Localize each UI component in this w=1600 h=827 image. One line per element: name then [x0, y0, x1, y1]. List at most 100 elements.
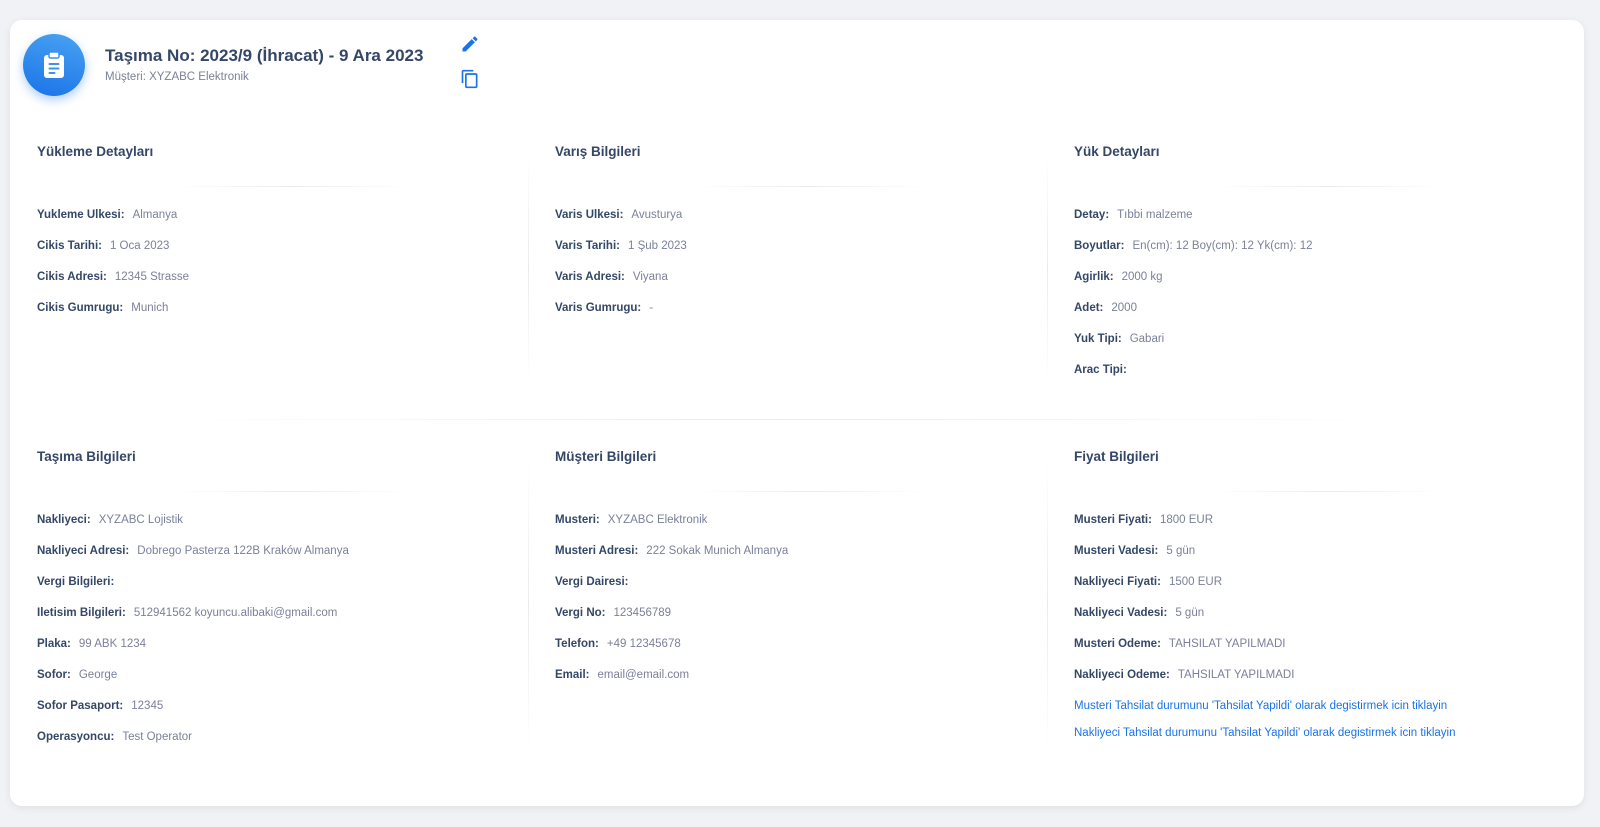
detail-value: Munich — [131, 302, 169, 314]
detail-value: Dobrego Pasterza 122B Kraków Almanya — [137, 545, 349, 557]
edit-icon[interactable] — [460, 34, 480, 54]
price-rows: Musteri Fiyati: 1800 EUR Musteri Vadesi: 5 … — [1074, 512, 1456, 698]
detail-row: Sofor Pasaport: 12345 — [37, 698, 349, 729]
detail-value: 222 Sokak Munich Almanya — [646, 545, 789, 557]
row-divider — [170, 419, 1390, 420]
detail-row: Nakliyeci Odeme: TAHSILAT YAPILMADI — [1074, 667, 1456, 698]
detail-value: email@email.com — [597, 669, 690, 681]
detail-label: Detay: — [1074, 209, 1110, 221]
detail-list: Yukleme Ulkesi: Almanya Cikis Tarihi: 1 Oca… — [37, 207, 189, 331]
detail-value: 2000 kg — [1121, 271, 1163, 283]
detail-label: Yukleme Ulkesi: — [37, 209, 125, 221]
detail-label: Operasyoncu: — [37, 731, 115, 743]
detail-value: 99 ABK 1234 — [78, 638, 147, 650]
detail-value: XYZABC Elektronik — [607, 514, 708, 526]
detail-value: TAHSILAT YAPILMADI — [1177, 669, 1295, 681]
detail-label: Yuk Tipi: — [1074, 333, 1122, 345]
detail-label: Vergi No: — [555, 607, 606, 619]
detail-label: Musteri: — [555, 514, 600, 526]
detail-row: Operasyoncu: Test Operator — [37, 729, 349, 760]
customer-payment-toggle-link[interactable]: Musteri Tahsilat durumunu 'Tahsilat Yapi… — [1074, 698, 1456, 725]
detail-value: 2000 — [1111, 302, 1137, 314]
detail-label: Nakliyeci: — [37, 514, 91, 526]
detail-value: En(cm): 12 Boy(cm): 12 Yk(cm): 12 — [1132, 240, 1313, 252]
detail-row: Varis Ulkesi: Avusturya — [555, 207, 687, 238]
copy-icon[interactable] — [460, 69, 480, 89]
detail-row: Cikis Gumrugu: Munich — [37, 300, 189, 331]
detail-row: Musteri Odeme: TAHSILAT YAPILMADI — [1074, 636, 1456, 667]
detail-value: 1 Şub 2023 — [627, 240, 687, 252]
detail-value: 5 gün — [1166, 545, 1196, 557]
detail-label: Varis Gumrugu: — [555, 302, 642, 314]
section-title: Taşıma Bilgileri — [37, 449, 136, 464]
detail-row: Telefon: +49 12345678 — [555, 636, 788, 667]
section-tasima-bilgileri: Taşıma Bilgileri Nakliyeci: XYZABC Lojist… — [37, 449, 507, 743]
detail-row: Nakliyeci: XYZABC Lojistik — [37, 512, 349, 543]
detail-label: Arac Tipi: — [1074, 364, 1127, 376]
detail-value: George — [78, 669, 118, 681]
detail-row: Yuk Tipi: Gabari — [1074, 331, 1312, 362]
section-divider — [695, 491, 925, 492]
detail-row: Nakliyeci Fiyati: 1500 EUR — [1074, 574, 1456, 605]
section-yuk-detaylari: Yük Detayları Detay: Tıbbi malzeme Boyutla… — [1074, 144, 1544, 376]
detail-row: Vergi No: 123456789 — [555, 605, 788, 636]
detail-row: Musteri Adresi: 222 Sokak Munich Almanya — [555, 543, 788, 574]
detail-list: Detay: Tıbbi malzeme Boyutlar: En(cm): 12 B… — [1074, 207, 1312, 393]
detail-row: Cikis Tarihi: 1 Oca 2023 — [37, 238, 189, 269]
detail-row: Detay: Tıbbi malzeme — [1074, 207, 1312, 238]
detail-label: Plaka: — [37, 638, 71, 650]
detail-row: Varis Adresi: Viyana — [555, 269, 687, 300]
detail-value: 1500 EUR — [1168, 576, 1222, 588]
section-musteri-bilgileri: Müşteri Bilgileri Musteri: XYZABC Elektro… — [555, 449, 1025, 681]
detail-label: Email: — [555, 669, 590, 681]
detail-row: Musteri Fiyati: 1800 EUR — [1074, 512, 1456, 543]
section-title: Fiyat Bilgileri — [1074, 449, 1159, 464]
column-divider — [1047, 455, 1048, 755]
detail-label: Vergi Dairesi: — [555, 576, 629, 588]
detail-value: Almanya — [132, 209, 178, 221]
detail-label: Varis Adresi: — [555, 271, 625, 283]
detail-row: Nakliyeci Vadesi: 5 gün — [1074, 605, 1456, 636]
detail-row: Cikis Adresi: 12345 Strasse — [37, 269, 189, 300]
detail-list: Nakliyeci: XYZABC Lojistik Nakliyeci Adres… — [37, 512, 349, 760]
detail-label: Vergi Bilgileri: — [37, 576, 115, 588]
section-divider — [695, 186, 925, 187]
detail-label: Varis Tarihi: — [555, 240, 620, 252]
detail-label: Varis Ulkesi: — [555, 209, 624, 221]
section-varis-bilgileri: Varış Bilgileri Varis Ulkesi: Avusturya Va… — [555, 144, 1025, 314]
detail-row: Plaka: 99 ABK 1234 — [37, 636, 349, 667]
detail-value: 12345 Strasse — [114, 271, 190, 283]
detail-label: Nakliyeci Adresi: — [37, 545, 130, 557]
detail-label: Telefon: — [555, 638, 599, 650]
detail-value: +49 12345678 — [606, 638, 681, 650]
detail-value: Tıbbi malzeme — [1117, 209, 1193, 221]
detail-row: Agirlik: 2000 kg — [1074, 269, 1312, 300]
customer-subtitle: Müşteri: XYZABC Elektronik — [105, 71, 249, 83]
section-title: Yük Detayları — [1074, 144, 1160, 159]
detail-value: 12345 — [131, 700, 164, 712]
detail-label: Nakliyeci Fiyati: — [1074, 576, 1161, 588]
section-title: Yükleme Detayları — [37, 144, 154, 159]
detail-label: Cikis Gumrugu: — [37, 302, 124, 314]
detail-label: Agirlik: — [1074, 271, 1114, 283]
detail-label: Cikis Tarihi: — [37, 240, 102, 252]
section-divider — [1214, 491, 1444, 492]
detail-value: 1800 EUR — [1159, 514, 1214, 526]
carrier-payment-toggle-link[interactable]: Nakliyeci Tahsilat durumunu 'Tahsilat Ya… — [1074, 725, 1456, 752]
detail-label: Nakliyeci Vadesi: — [1074, 607, 1168, 619]
detail-row: Varis Tarihi: 1 Şub 2023 — [555, 238, 687, 269]
detail-label: Sofor Pasaport: — [37, 700, 124, 712]
detail-row: Iletisim Bilgileri: 512941562 koyuncu.ali… — [37, 605, 349, 636]
page-title: Taşıma No: 2023/9 (İhracat) - 9 Ara 2023 — [105, 46, 424, 65]
detail-value: 1 Oca 2023 — [109, 240, 170, 252]
column-divider — [1047, 150, 1048, 385]
detail-row: Vergi Dairesi: — [555, 574, 788, 605]
section-title: Müşteri Bilgileri — [555, 449, 657, 464]
detail-label: Nakliyeci Odeme: — [1074, 669, 1170, 681]
detail-value: 512941562 koyuncu.alibaki@gmail.com — [133, 607, 338, 619]
detail-list: Varis Ulkesi: Avusturya Varis Tarihi: 1 Şub… — [555, 207, 687, 331]
detail-value: - — [649, 302, 654, 314]
detail-list: Musteri Fiyati: 1800 EUR Musteri Vadesi: 5 … — [1074, 512, 1456, 752]
detail-value: XYZABC Lojistik — [98, 514, 184, 526]
column-divider — [528, 455, 529, 755]
